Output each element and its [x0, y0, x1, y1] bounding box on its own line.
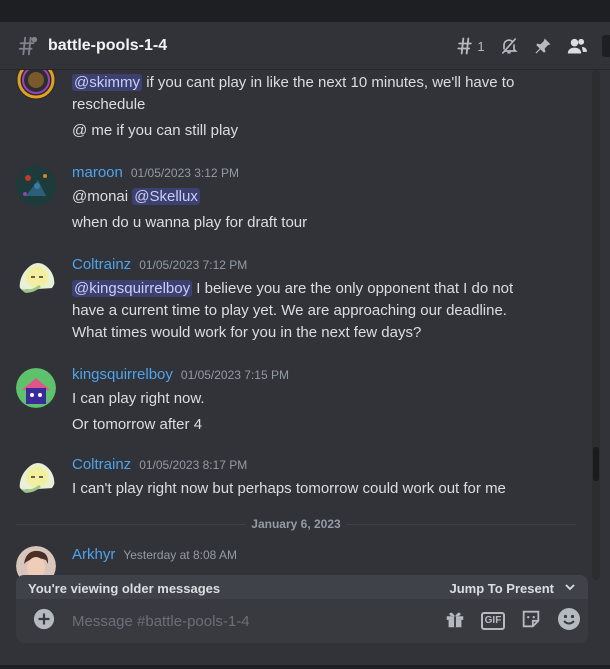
message-text: I can't play right now but perhaps tomor…	[72, 480, 506, 497]
jump-to-present-button[interactable]: Jump To Present	[449, 581, 576, 596]
scrollbar-track[interactable]	[592, 70, 600, 580]
window-bottom-strip	[0, 665, 610, 669]
plus-circle-icon	[33, 608, 55, 634]
avatar[interactable]	[16, 456, 56, 496]
avatar[interactable]	[16, 368, 56, 408]
older-messages-bar: You're viewing older messages Jump To Pr…	[16, 575, 588, 601]
sticker-button[interactable]	[512, 599, 550, 643]
message-text: I believe you are the only opponent that…	[192, 280, 514, 297]
mention[interactable]: @Skellux	[132, 188, 200, 205]
pin-icon	[533, 36, 553, 56]
avatar[interactable]	[16, 166, 56, 206]
gift-icon	[444, 608, 466, 634]
threads-icon	[455, 36, 475, 56]
jump-to-present-label: Jump To Present	[449, 580, 554, 596]
smiley-icon	[557, 607, 581, 635]
mute-button[interactable]	[492, 22, 526, 70]
sticker-icon	[520, 608, 542, 634]
mention[interactable]: @skimmy	[72, 74, 143, 91]
message-input[interactable]: Message #battle-pools-1-4	[72, 613, 436, 630]
mention[interactable]: @kingsquirrelboy	[72, 280, 193, 297]
message-text: @monai	[72, 188, 133, 205]
gif-button[interactable]: GIF	[474, 599, 512, 643]
divider-date: January 6, 2023	[251, 517, 341, 531]
timestamp: 01/05/2023 8:17 PM	[139, 458, 248, 472]
username[interactable]: kingsquirrelboy	[72, 366, 173, 383]
channel-name: battle-pools-1-4	[48, 36, 168, 54]
timestamp: Yesterday at 8:08 AM	[123, 548, 237, 562]
message-text: Or tomorrow after 4	[72, 416, 203, 433]
pins-button[interactable]	[526, 22, 560, 70]
hash-threads-icon	[16, 35, 42, 57]
thread-count: 1	[477, 38, 485, 54]
gift-button[interactable]	[436, 599, 474, 643]
message-text: if you cant play in like the next 10 min…	[142, 74, 515, 91]
timestamp: 01/05/2023 3:12 PM	[130, 166, 239, 180]
username[interactable]: maroon	[72, 164, 123, 181]
channel-header: battle-pools-1-4 1	[0, 22, 610, 70]
message-text: when do u wanna play for draft tour	[72, 214, 308, 231]
search-box-edge[interactable]	[602, 35, 610, 57]
message-text: What times would work for you in the nex…	[72, 324, 422, 341]
gif-label: GIF	[480, 612, 506, 630]
message-text: I can play right now.	[72, 390, 205, 407]
message-composer: Message #battle-pools-1-4 GIF	[16, 599, 588, 643]
message-text: have a current time to play yet. We are …	[72, 302, 507, 319]
avatar[interactable]	[16, 256, 56, 296]
timestamp: 01/05/2023 7:15 PM	[180, 368, 289, 382]
divider-rule	[346, 523, 576, 525]
window-top-strip	[0, 0, 610, 22]
scrollbar-thumb[interactable]	[593, 447, 599, 481]
message-list: @skimmy if you cant play in like the nex…	[0, 70, 600, 580]
username[interactable]: Arkhyr	[72, 546, 115, 563]
username[interactable]: Coltrainz	[72, 256, 131, 273]
avatar	[16, 70, 56, 100]
attach-button[interactable]	[16, 599, 72, 643]
message-text: @ me if you can still play	[72, 122, 239, 139]
message-text: reschedule	[72, 96, 146, 113]
date-divider: January 6, 2023	[16, 514, 576, 534]
threads-button[interactable]: 1	[448, 22, 492, 70]
older-messages-label: You're viewing older messages	[28, 580, 221, 596]
emoji-button[interactable]	[550, 599, 588, 643]
username[interactable]: Coltrainz	[72, 456, 131, 473]
header-toolbar: 1	[448, 22, 610, 70]
members-button[interactable]	[560, 22, 594, 70]
timestamp: 01/05/2023 7:12 PM	[139, 258, 248, 272]
chevron-down-icon	[554, 581, 576, 596]
mute-bell-icon	[499, 36, 519, 56]
members-icon	[566, 36, 588, 56]
divider-rule	[16, 523, 246, 525]
